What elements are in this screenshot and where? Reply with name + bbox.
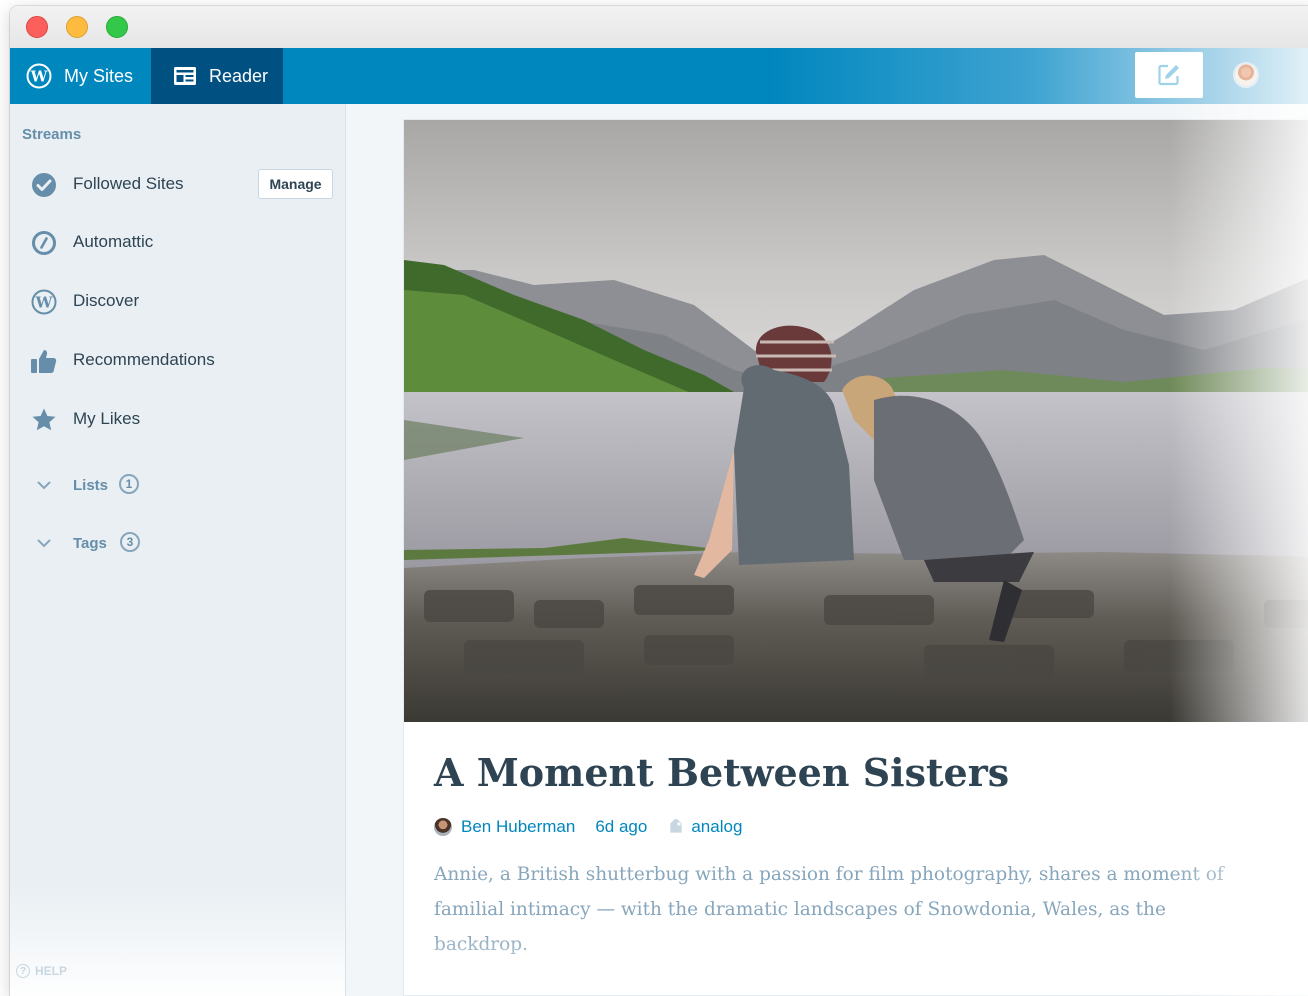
write-post-icon <box>1156 62 1182 88</box>
app-window: W My Sites Reader Streams Followed Sites… <box>10 6 1308 996</box>
my-sites-button[interactable]: W My Sites <box>10 48 151 104</box>
manage-button[interactable]: Manage <box>258 169 333 199</box>
sidebar-item-label: My Likes <box>73 409 141 428</box>
star-icon <box>30 406 58 434</box>
tags-toggle[interactable]: Tags 3 <box>10 527 345 561</box>
close-window-button[interactable] <box>26 16 48 38</box>
my-sites-label: My Sites <box>64 65 134 86</box>
reader-stream: A Moment Between Sisters Ben Huberman 6d… <box>346 104 1308 996</box>
sidebar-item-label: Discover <box>73 291 140 310</box>
chevron-down-icon <box>36 536 52 553</box>
post-title[interactable]: A Moment Between Sisters <box>434 750 1274 795</box>
user-avatar[interactable] <box>1233 62 1259 88</box>
reader-button[interactable]: Reader <box>151 48 283 104</box>
masterbar: W My Sites Reader <box>10 48 1308 104</box>
reader-label: Reader <box>209 65 269 86</box>
sidebar-item-recommendations[interactable]: Recommendations <box>10 340 345 380</box>
featured-image[interactable] <box>404 120 1308 722</box>
streams-heading: Streams <box>22 126 82 143</box>
sidebar-item-my-likes[interactable]: My Likes <box>10 399 345 439</box>
sidebar-item-label: Recommendations <box>73 350 215 369</box>
tags-label: Tags <box>73 535 107 552</box>
sidebar-item-label: Followed Sites <box>73 174 184 193</box>
write-post-button[interactable] <box>1135 52 1203 98</box>
tag-icon <box>667 819 685 835</box>
post-card[interactable]: A Moment Between Sisters Ben Huberman 6d… <box>403 119 1308 996</box>
maximize-window-button[interactable] <box>106 16 128 38</box>
minimize-window-button[interactable] <box>66 16 88 38</box>
author-avatar[interactable] <box>434 818 452 836</box>
sidebar: Streams Followed Sites Manage Automattic <box>10 104 346 996</box>
sidebar-item-automattic[interactable]: Automattic <box>10 222 345 262</box>
chevron-down-icon <box>36 478 52 495</box>
lists-toggle[interactable]: Lists 1 <box>10 469 345 503</box>
help-label: HELP <box>35 964 68 978</box>
title-bar <box>10 6 1308 49</box>
lists-label: Lists <box>73 477 109 494</box>
svg-text:W: W <box>35 294 54 312</box>
sidebar-item-discover[interactable]: W Discover <box>10 281 345 321</box>
author-link[interactable]: Ben Huberman <box>461 817 575 837</box>
automattic-logo-icon <box>30 229 58 257</box>
help-link[interactable]: ? HELP <box>16 964 67 978</box>
post-excerpt: Annie, a British shutterbug with a passi… <box>434 864 1224 955</box>
help-icon: ? <box>16 964 30 978</box>
wordpress-logo-icon: W <box>26 63 52 89</box>
checkmark-circle-icon <box>30 171 58 199</box>
reader-icon <box>173 66 197 86</box>
post-body: A Moment Between Sisters Ben Huberman 6d… <box>434 750 1274 962</box>
sidebar-item-label: Automattic <box>73 232 154 251</box>
post-time-link[interactable]: 6d ago <box>595 817 647 837</box>
tag-link[interactable]: analog <box>691 817 742 837</box>
thumbs-up-icon <box>30 347 58 375</box>
post-byline: Ben Huberman 6d ago analog <box>434 815 1274 839</box>
sidebar-fade <box>10 886 345 996</box>
tags-count-badge: 3 <box>120 532 140 552</box>
wordpress-logo-icon: W <box>30 288 58 316</box>
svg-text:W: W <box>30 68 49 86</box>
sidebar-item-followed-sites[interactable]: Followed Sites Manage <box>10 164 345 204</box>
lists-count-badge: 1 <box>119 474 139 494</box>
